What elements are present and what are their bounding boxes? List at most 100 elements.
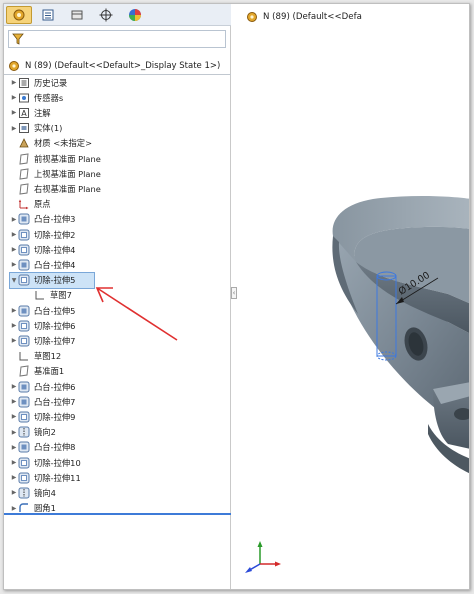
boss-extrude-icon [18, 213, 30, 225]
expand-arrow-icon[interactable]: ▶ [10, 429, 18, 436]
tree-item[interactable]: ▶ 凸台-拉伸3 [10, 212, 204, 227]
dimxpert-tab[interactable] [93, 6, 119, 24]
display-manager-icon [129, 9, 141, 21]
plane-icon [18, 168, 30, 180]
tree-item[interactable]: ▶ 传感器s [10, 90, 204, 105]
sketch-icon [18, 350, 30, 362]
tree-item[interactable]: ▶ 镜向2 [10, 425, 204, 440]
tree-item-label: 右视基准面 Plane [34, 183, 101, 194]
model-body[interactable] [332, 195, 470, 474]
origin-icon [18, 198, 30, 210]
tree-item-label: 切除-拉伸2 [34, 229, 76, 240]
expand-arrow-icon[interactable]: ▶ [10, 337, 18, 344]
configurationmanager-icon [71, 10, 83, 20]
expand-arrow-icon[interactable]: ▶ [10, 125, 18, 132]
tree-item-label: 前视基准面 Plane [34, 153, 101, 164]
tree-item[interactable]: ▶ 镜向4 [10, 485, 204, 500]
tree-item[interactable]: ▶ 切除-拉伸10 [10, 455, 204, 470]
featuremanager-icon [13, 9, 25, 21]
tree-filter-field[interactable] [8, 30, 226, 48]
dimxpert-icon [99, 8, 113, 22]
tree-item-label: 切除-拉伸4 [34, 244, 76, 255]
tree-item-label: 切除-拉伸6 [34, 320, 76, 331]
expand-arrow-icon[interactable]: ▶ [10, 398, 18, 405]
tree-item-label: 凸台-拉伸3 [34, 214, 76, 225]
propertymanager-icon [42, 9, 54, 21]
expand-arrow-icon[interactable]: ▶ [10, 261, 18, 268]
expand-arrow-icon[interactable]: ▶ [10, 383, 18, 390]
model-3d-view: Ø10.00 [245, 195, 470, 573]
part-icon [9, 61, 19, 71]
tree-item-label: 切除-拉伸10 [34, 457, 81, 468]
plane-icon [18, 365, 30, 377]
tree-item-label: 切除-拉伸11 [34, 472, 81, 483]
collapse-arrow-icon[interactable]: ▼ [10, 277, 18, 284]
tree-item[interactable]: ▶ A 注解 [10, 105, 204, 120]
tree-item[interactable]: ▶ 历史记录 [10, 75, 204, 90]
tree-item-label: 切除-拉伸5 [34, 275, 76, 286]
expand-arrow-icon[interactable]: ▶ [10, 94, 18, 101]
tree-item[interactable]: ▶ 切除-拉伸2 [10, 227, 204, 242]
tree-item[interactable]: 前视基准面 Plane [10, 151, 204, 166]
cut-extrude-icon [18, 411, 30, 423]
expand-arrow-icon[interactable]: ▶ [10, 231, 18, 238]
expand-arrow-icon[interactable]: ▶ [10, 459, 18, 466]
expand-arrow-icon[interactable]: ▶ [10, 307, 18, 314]
graphics-viewport[interactable]: N (89) (Default<<Defa Ø10.00 [238, 4, 470, 589]
expand-arrow-icon[interactable]: ▶ [10, 216, 18, 223]
expand-arrow-icon[interactable]: ▶ [10, 444, 18, 451]
cut-extrude-icon [18, 229, 30, 241]
solidworks-window: N (89) (Default<<Default>_Display State … [3, 3, 470, 590]
tree-item[interactable]: ▶ 切除-拉伸11 [10, 470, 204, 485]
tree-item[interactable]: 材质 <未指定> [10, 136, 204, 151]
expand-arrow-icon[interactable]: ▶ [10, 246, 18, 253]
cut-extrude-icon [18, 457, 30, 469]
tree-item[interactable]: ▶ 凸台-拉伸8 [10, 440, 204, 455]
tree-item-label: 凸台-拉伸5 [34, 305, 76, 316]
featuremanager-tab[interactable] [6, 6, 32, 24]
tree-item-label: 上视基准面 Plane [34, 168, 101, 179]
expand-arrow-icon[interactable]: ▶ [10, 79, 18, 86]
propertymanager-tab[interactable] [35, 6, 61, 24]
mirror-icon [18, 487, 30, 499]
solid-bodies-icon [18, 122, 30, 134]
configurationmanager-tab[interactable] [64, 6, 90, 24]
tree-item[interactable]: ▶ 凸台-拉伸6 [10, 379, 204, 394]
expand-arrow-icon[interactable]: ▶ [10, 109, 18, 116]
tree-item[interactable]: ▶ 实体(1) [10, 121, 204, 136]
display-manager-tab[interactable] [122, 6, 148, 24]
tree-item[interactable]: ▶ 切除-拉伸4 [10, 242, 204, 257]
filter-icon [12, 33, 24, 45]
expand-arrow-icon[interactable]: ▶ [10, 413, 18, 420]
tree-item-label: 传感器s [34, 92, 64, 103]
expand-arrow-icon[interactable]: ▶ [10, 489, 18, 496]
tree-item-label: 基准面1 [34, 366, 65, 377]
rollback-bar[interactable] [4, 513, 231, 515]
tree-item-label: 凸台-拉伸8 [34, 442, 76, 453]
tree-item[interactable]: 原点 [10, 197, 204, 212]
boss-extrude-icon [18, 396, 30, 408]
expand-arrow-icon[interactable]: ▶ [10, 322, 18, 329]
tree-item[interactable]: ▶ 凸台-拉伸4 [10, 257, 204, 272]
tree-item[interactable]: 基准面1 [10, 364, 204, 379]
cut-extrude-icon [18, 244, 30, 256]
tree-item-label: 切除-拉伸7 [34, 335, 76, 346]
material-icon [18, 137, 30, 149]
tree-item[interactable]: ▶ 切除-拉伸9 [10, 409, 204, 424]
manager-tabs [4, 4, 231, 26]
tree-item-label: 原点 [34, 199, 51, 210]
tree-item[interactable]: ▶ 凸台-拉伸7 [10, 394, 204, 409]
tree-item-label: 镜向2 [34, 427, 56, 438]
tree-item[interactable]: ▼ 切除-拉伸5 [9, 271, 95, 289]
expand-arrow-icon[interactable]: ▶ [10, 474, 18, 481]
mirror-icon [18, 426, 30, 438]
tree-item[interactable]: 上视基准面 Plane [10, 166, 204, 181]
expand-arrow-icon[interactable]: ▶ [10, 505, 18, 512]
cut-extrude-icon [18, 335, 30, 347]
plane-icon [18, 183, 30, 195]
tree-root-part[interactable]: N (89) (Default<<Default>_Display State … [4, 58, 231, 75]
tree-item[interactable]: 右视基准面 Plane [10, 181, 204, 196]
panel-collapse-handle[interactable]: ‹ [231, 287, 237, 299]
tree-item-label: 镜向4 [34, 487, 56, 498]
tree-item-label: 实体(1) [34, 123, 63, 134]
